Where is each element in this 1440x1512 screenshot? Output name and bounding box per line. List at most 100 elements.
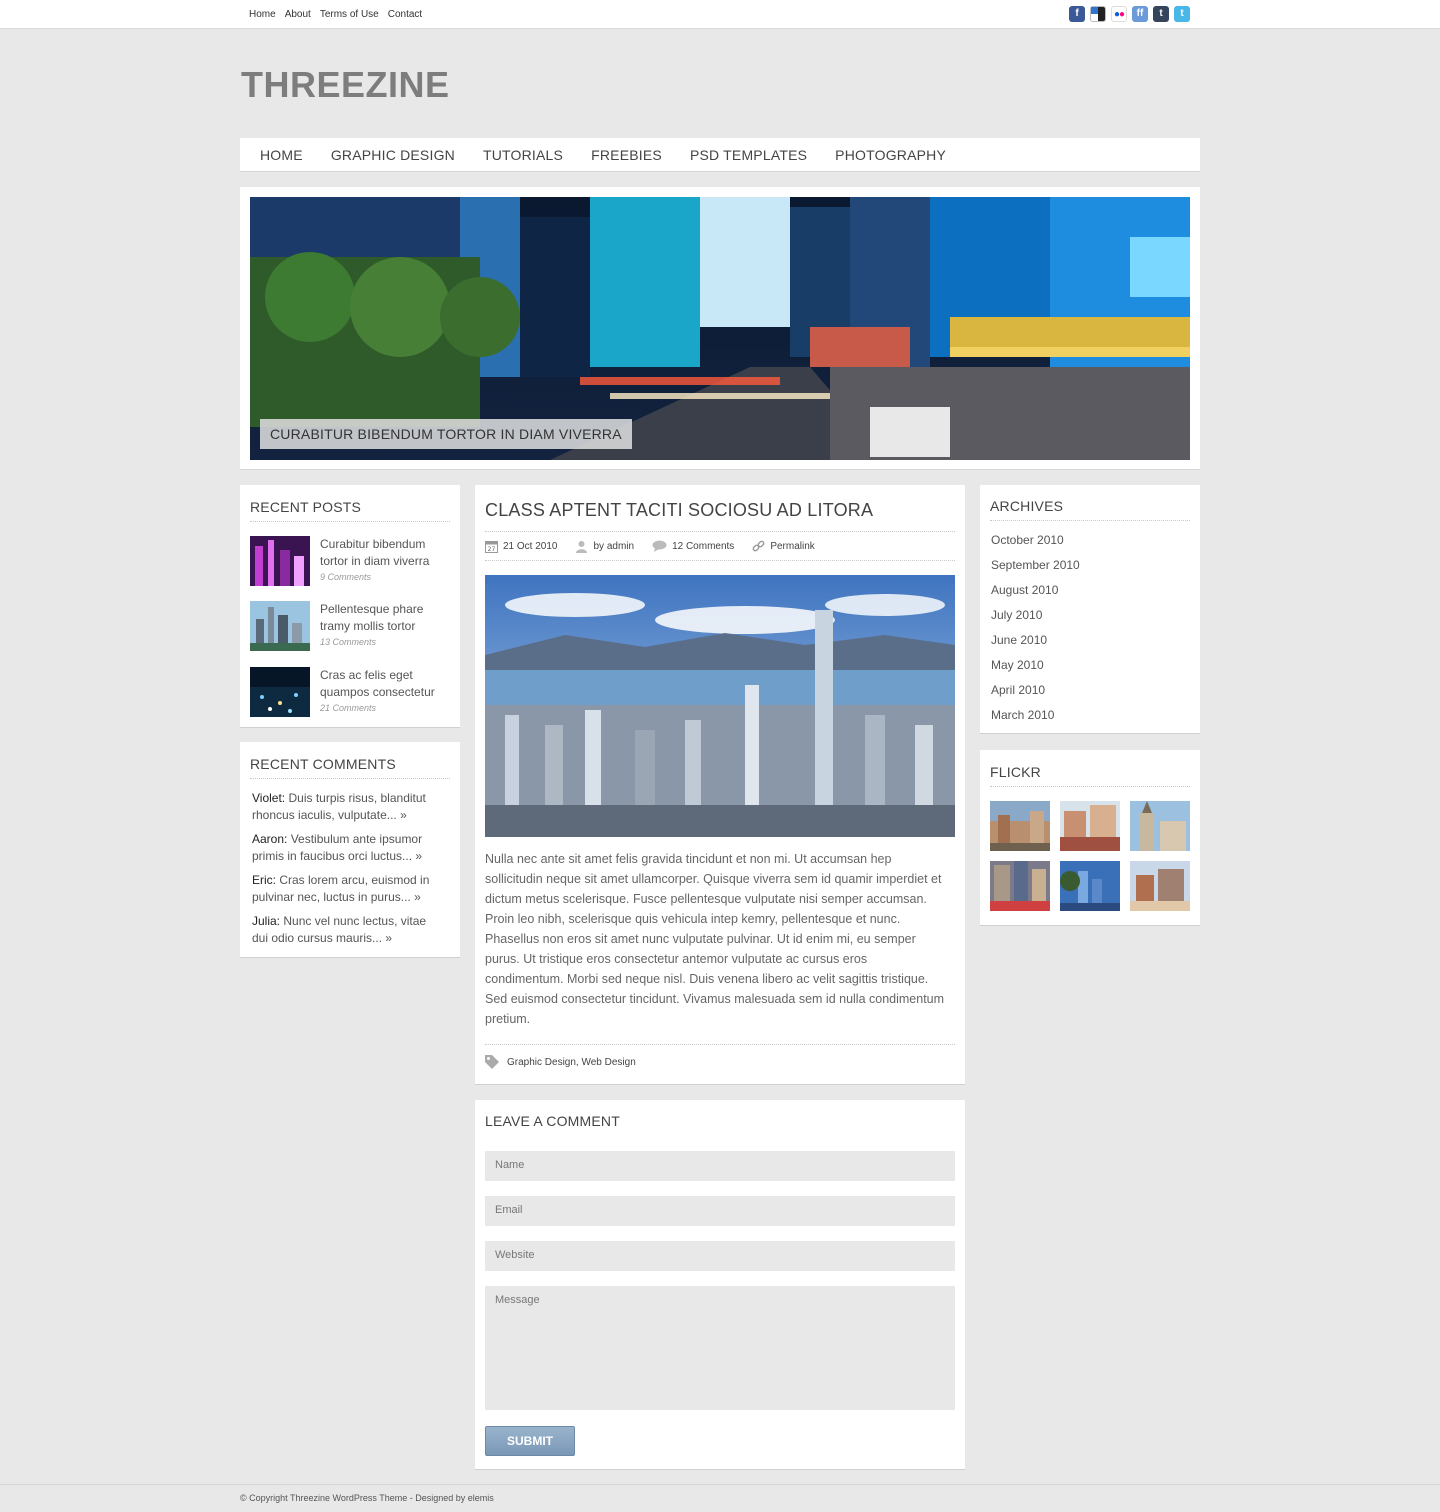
post-author[interactable]: by admin — [575, 540, 634, 553]
recent-post-thumbnail[interactable] — [250, 536, 310, 586]
recent-comment-item[interactable]: Eric: Cras lorem arcu, euismod in pulvin… — [252, 872, 442, 906]
archive-item[interactable]: September 2010 — [991, 553, 1080, 578]
widget-title-archives: ARCHIVES — [990, 498, 1190, 521]
message-field[interactable]: Message — [485, 1286, 955, 1410]
comment-author: Eric: — [252, 873, 276, 887]
flickr-photo[interactable] — [1060, 801, 1120, 851]
flickr-photo[interactable] — [1130, 801, 1190, 851]
comment-more-link[interactable]: » — [385, 931, 392, 945]
flickr-photo-grid — [990, 801, 1190, 911]
post-date: 27 21 Oct 2010 — [485, 540, 557, 553]
top-link-home[interactable]: Home — [249, 9, 276, 20]
post-permalink-text[interactable]: Permalink — [770, 541, 814, 552]
footer-copyright: © Copyright Threezine WordPress Theme - … — [240, 1493, 494, 1503]
tag-icon — [485, 1055, 499, 1069]
social-icons: f ●● ff t t — [1069, 6, 1190, 22]
flickr-photo[interactable] — [1060, 861, 1120, 911]
recent-posts-widget: RECENT POSTS Curabitur bibendum tortor i… — [240, 485, 460, 728]
tag-separator: , — [575, 1056, 579, 1068]
flickr-photo[interactable] — [1130, 861, 1190, 911]
post-meta: 27 21 Oct 2010 by admin 12 Comments Perm… — [485, 531, 955, 561]
recent-post-item[interactable]: Cras ac felis eget quampos consectetur 2… — [250, 667, 450, 719]
user-icon — [576, 540, 588, 553]
post-comments-link[interactable]: 12 Comments — [652, 540, 734, 552]
archive-item[interactable]: May 2010 — [991, 653, 1080, 678]
recent-post-thumbnail[interactable] — [250, 601, 310, 651]
comment-excerpt: Cras lorem arcu, euismod in pulvinar nec… — [252, 873, 430, 904]
recent-post-title[interactable]: Cras ac felis eget quampos consectetur — [320, 667, 450, 701]
comment-bubble-icon — [652, 540, 667, 552]
featured-slider: CURABITUR BIBENDUM TORTOR IN DIAM VIVERR… — [240, 187, 1200, 470]
post-comments-text[interactable]: 12 Comments — [672, 541, 734, 552]
delicious-icon[interactable] — [1090, 6, 1106, 22]
comment-more-link[interactable]: » — [400, 808, 407, 822]
top-link-terms[interactable]: Terms of Use — [320, 9, 379, 20]
post-author-text[interactable]: by admin — [593, 541, 634, 552]
comment-form: LEAVE A COMMENT Name Email Website Messa… — [475, 1100, 965, 1470]
friendfeed-icon[interactable]: ff — [1132, 6, 1148, 22]
recent-post-comments: 21 Comments — [320, 703, 377, 713]
facebook-icon[interactable]: f — [1069, 6, 1085, 22]
recent-post-title[interactable]: Curabitur bibendum tortor in diam viverr… — [320, 536, 450, 570]
archive-item[interactable]: July 2010 — [991, 603, 1080, 628]
comment-author: Violet: — [252, 791, 286, 805]
post-title[interactable]: CLASS APTENT TACITI SOCIOSU AD LITORA — [485, 500, 873, 521]
tag-graphic-design[interactable]: Graphic Design — [507, 1057, 576, 1068]
post-image[interactable] — [485, 575, 955, 837]
comment-author: Julia: — [252, 914, 281, 928]
archive-item[interactable]: June 2010 — [991, 628, 1080, 653]
nav-item-freebies[interactable]: FREEBIES — [591, 147, 662, 163]
nav-item-graphic-design[interactable]: GRAPHIC DESIGN — [331, 147, 455, 163]
flickr-widget: FLICKR — [980, 750, 1200, 926]
archive-item[interactable]: March 2010 — [991, 703, 1080, 728]
top-link-about[interactable]: About — [285, 9, 311, 20]
top-link-contact[interactable]: Contact — [388, 9, 422, 20]
nav-item-tutorials[interactable]: TUTORIALS — [483, 147, 563, 163]
tumblr-icon[interactable]: t — [1153, 6, 1169, 22]
recent-post-comments: 13 Comments — [320, 637, 377, 647]
nav-item-home[interactable]: HOME — [260, 147, 303, 163]
recent-comments-widget: RECENT COMMENTS Violet: Duis turpis risu… — [240, 742, 460, 958]
tag-web-design[interactable]: Web Design — [581, 1057, 635, 1068]
nav-item-photography[interactable]: PHOTOGRAPHY — [835, 147, 946, 163]
recent-post-item[interactable]: Pellentesque phare tramy mollis tortor 1… — [250, 601, 450, 653]
archive-item[interactable]: October 2010 — [991, 528, 1080, 553]
post-permalink[interactable]: Permalink — [752, 540, 815, 553]
archives-list: October 2010 September 2010 August 2010 … — [991, 528, 1080, 728]
recent-comment-item[interactable]: Aaron: Vestibulum ante ipsumor primis in… — [252, 831, 442, 865]
comment-more-link[interactable]: » — [415, 849, 422, 863]
recent-post-thumbnail[interactable] — [250, 667, 310, 717]
widget-title-recent-posts: RECENT POSTS — [250, 499, 450, 522]
twitter-icon[interactable]: t — [1174, 6, 1190, 22]
flickr-photo[interactable] — [990, 861, 1050, 911]
comment-form-title: LEAVE A COMMENT — [485, 1113, 620, 1129]
submit-button[interactable]: SUBMIT — [485, 1426, 575, 1456]
calendar-icon: 27 — [485, 540, 498, 553]
website-field[interactable]: Website — [485, 1241, 955, 1271]
archives-widget: ARCHIVES October 2010 September 2010 Aug… — [980, 485, 1200, 734]
widget-title-recent-comments: RECENT COMMENTS — [250, 756, 450, 779]
archive-item[interactable]: April 2010 — [991, 678, 1080, 703]
site-logo[interactable]: THREEZINE — [241, 64, 450, 106]
flickr-icon[interactable]: ●● — [1111, 6, 1127, 22]
top-links: Home About Terms of Use Contact — [249, 9, 422, 20]
recent-comment-item[interactable]: Julia: Nunc vel nunc lectus, vitae dui o… — [252, 913, 442, 947]
post-body: Nulla nec ante sit amet felis gravida ti… — [485, 852, 945, 1026]
slider-caption[interactable]: CURABITUR BIBENDUM TORTOR IN DIAM VIVERR… — [260, 419, 632, 449]
widget-title-flickr: FLICKR — [990, 764, 1190, 787]
recent-comment-item[interactable]: Violet: Duis turpis risus, blanditut rho… — [252, 790, 442, 824]
nav-item-psd-templates[interactable]: PSD TEMPLATES — [690, 147, 807, 163]
flickr-photo[interactable] — [990, 801, 1050, 851]
main-nav: HOME GRAPHIC DESIGN TUTORIALS FREEBIES P… — [240, 138, 1200, 172]
recent-post-title[interactable]: Pellentesque phare tramy mollis tortor — [320, 601, 450, 635]
comment-author: Aaron: — [252, 832, 288, 846]
email-field[interactable]: Email — [485, 1196, 955, 1226]
comment-more-link[interactable]: » — [414, 890, 421, 904]
post-article: CLASS APTENT TACITI SOCIOSU AD LITORA 27… — [475, 485, 965, 1085]
archive-item[interactable]: August 2010 — [991, 578, 1080, 603]
calendar-icon-day: 27 — [488, 546, 496, 553]
recent-post-item[interactable]: Curabitur bibendum tortor in diam viverr… — [250, 536, 450, 588]
top-bar: Home About Terms of Use Contact f ●● ff … — [0, 0, 1440, 29]
post-date-text: 21 Oct 2010 — [503, 540, 558, 552]
name-field[interactable]: Name — [485, 1151, 955, 1181]
